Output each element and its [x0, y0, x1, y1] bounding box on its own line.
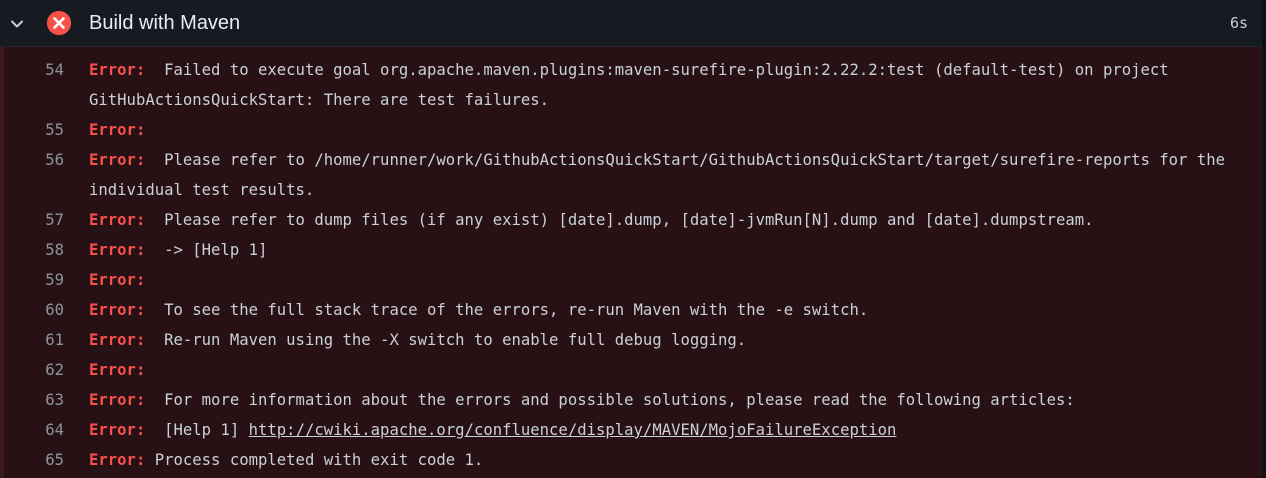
log-message: Please refer to /home/runner/work/Github… — [89, 151, 1235, 199]
log-message: Process completed with exit code 1. — [145, 451, 484, 469]
error-prefix: Error: — [89, 121, 146, 139]
log-line: 57 Error: Please refer to dump files (if … — [0, 205, 1262, 235]
x-circle-fill-icon — [47, 11, 71, 35]
log-message: Re-run Maven using the -X switch to enab… — [145, 331, 747, 349]
workflow-log-panel: Build with Maven 6s 54 Error: Failed to e… — [0, 0, 1266, 478]
error-prefix: Error: — [89, 361, 146, 379]
log-line-number[interactable]: 56 — [0, 145, 64, 205]
log-line-content: Error: Re-run Maven using the -X switch … — [89, 325, 1249, 355]
log-line-content: Error: To see the full stack trace of th… — [89, 295, 1249, 325]
error-prefix: Error: — [89, 211, 146, 229]
log-message: Failed to execute goal org.apache.maven.… — [89, 61, 1179, 109]
error-prefix: Error: — [89, 421, 146, 439]
log-line-number[interactable]: 54 — [0, 55, 64, 115]
log-line-number[interactable]: 64 — [0, 415, 64, 445]
log-line: 59 Error: — [0, 265, 1262, 295]
log-line-number[interactable]: 57 — [0, 205, 64, 235]
error-prefix: Error: — [89, 61, 146, 79]
scrollbar[interactable] — [1262, 0, 1266, 478]
log-link[interactable]: http://cwiki.apache.org/confluence/displ… — [249, 421, 897, 439]
log-line: 61 Error: Re-run Maven using the -X switc… — [0, 325, 1262, 355]
log-line-content: Error: — [89, 265, 1249, 295]
log-line-content: Error: Please refer to /home/runner/work… — [89, 145, 1249, 205]
log-line-content: Error: — [89, 115, 1249, 145]
error-prefix: Error: — [89, 241, 146, 259]
error-prefix: Error: — [89, 151, 146, 169]
log-message: Please refer to dump files (if any exist… — [145, 211, 1094, 229]
log-line: 54 Error: Failed to execute goal org.apac… — [0, 55, 1262, 115]
log-line-number[interactable]: 63 — [0, 385, 64, 415]
log-output[interactable]: 54 Error: Failed to execute goal org.apac… — [0, 47, 1262, 478]
log-line-number[interactable]: 61 — [0, 325, 64, 355]
log-line: 55 Error: — [0, 115, 1262, 145]
step-header[interactable]: Build with Maven 6s — [0, 0, 1262, 47]
log-line-content: Error: For more information about the er… — [89, 385, 1249, 415]
log-message: For more information about the errors an… — [145, 391, 1075, 409]
error-prefix: Error: — [89, 331, 146, 349]
log-message: [Help 1] — [145, 421, 249, 439]
log-line-number[interactable]: 58 — [0, 235, 64, 265]
log-line: 56 Error: Please refer to /home/runner/wo… — [0, 145, 1262, 205]
log-line: 58 Error: -> [Help 1] — [0, 235, 1262, 265]
log-line: 60 Error: To see the full stack trace of … — [0, 295, 1262, 325]
log-line: 65 Error: Process completed with exit cod… — [0, 445, 1262, 475]
log-line-number[interactable]: 55 — [0, 115, 64, 145]
log-line-content: Error: Failed to execute goal org.apache… — [89, 55, 1249, 115]
log-line-number[interactable]: 62 — [0, 355, 64, 385]
log-line-content: Error: -> [Help 1] — [89, 235, 1249, 265]
log-line: 62 Error: — [0, 355, 1262, 385]
step-duration: 6s — [1229, 14, 1248, 32]
log-line-number[interactable]: 59 — [0, 265, 64, 295]
chevron-down-icon[interactable] — [7, 14, 27, 34]
log-line: 64 Error: [Help 1] http://cwiki.apache.or… — [0, 415, 1262, 445]
log-line-content: Error: Process completed with exit code … — [89, 445, 1249, 475]
log-line: 63 Error: For more information about the … — [0, 385, 1262, 415]
log-line-content: Error: — [89, 355, 1249, 385]
log-lines: 54 Error: Failed to execute goal org.apac… — [0, 55, 1262, 475]
error-prefix: Error: — [89, 271, 146, 289]
log-message: To see the full stack trace of the error… — [145, 301, 869, 319]
step-title: Build with Maven — [89, 12, 241, 34]
error-prefix: Error: — [89, 301, 146, 319]
log-line-number[interactable]: 60 — [0, 295, 64, 325]
log-line-content: Error: Please refer to dump files (if an… — [89, 205, 1249, 235]
error-prefix: Error: — [89, 451, 146, 469]
log-message: -> [Help 1] — [145, 241, 268, 259]
log-line-content: Error: [Help 1] http://cwiki.apache.org/… — [89, 415, 1249, 445]
error-prefix: Error: — [89, 391, 146, 409]
log-line-number[interactable]: 65 — [0, 445, 64, 475]
